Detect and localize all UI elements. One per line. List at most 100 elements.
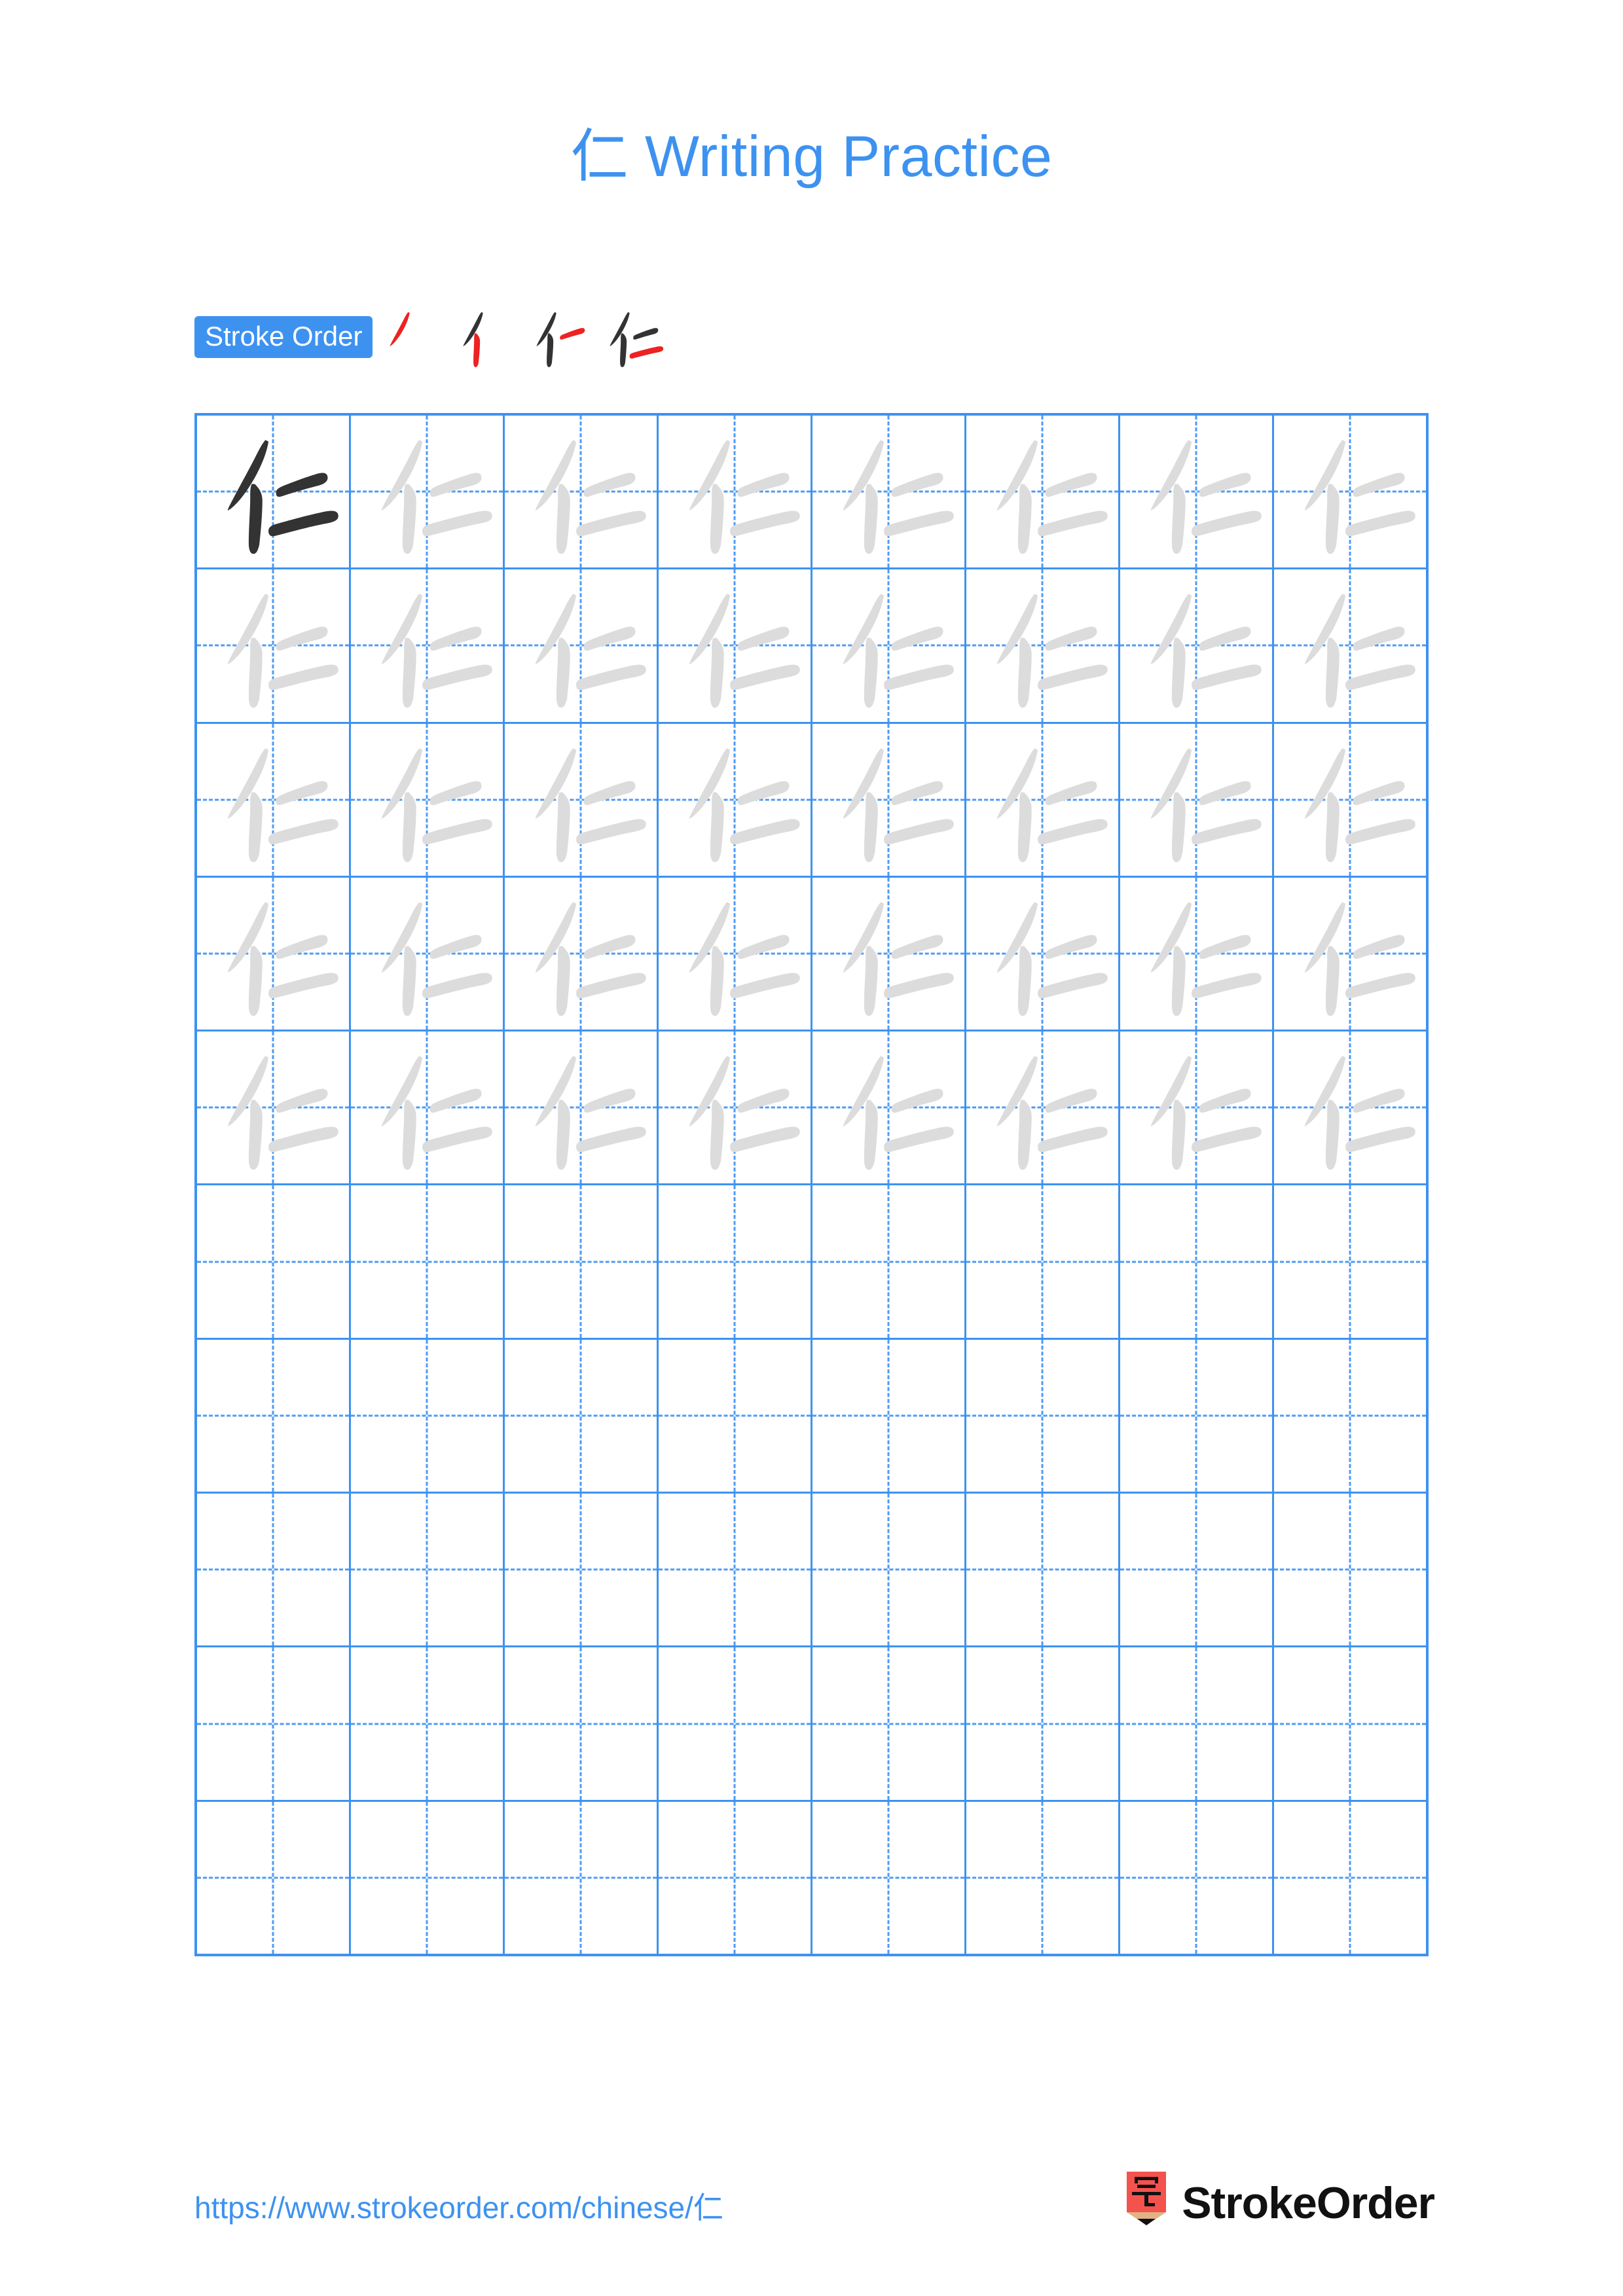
grid-cell-trace[interactable]	[197, 569, 351, 722]
grid-cell-blank[interactable]	[505, 1801, 659, 1954]
grid-cell-trace[interactable]	[659, 877, 812, 1030]
grid-cell-trace[interactable]	[351, 569, 505, 722]
grid-cell-blank[interactable]	[659, 1801, 812, 1954]
grid-cell-trace[interactable]	[1120, 569, 1274, 722]
grid-cell-blank[interactable]	[659, 1494, 812, 1646]
grid-cell-trace[interactable]	[966, 569, 1120, 722]
grid-cell-blank[interactable]	[505, 1339, 659, 1492]
trace-character-glyph	[812, 416, 964, 567]
grid-cell-blank[interactable]	[1120, 1339, 1274, 1492]
trace-character-glyph	[505, 1031, 657, 1183]
grid-cell-trace[interactable]	[1274, 878, 1426, 1030]
grid-cell-trace[interactable]	[351, 877, 505, 1030]
grid-cell-trace[interactable]	[966, 1031, 1120, 1184]
trace-character-glyph	[966, 569, 1118, 721]
grid-cell-trace[interactable]	[1120, 877, 1274, 1030]
pencil-logo-icon	[1123, 2172, 1170, 2234]
logo-wordmark: StrokeOrder	[1182, 2178, 1435, 2228]
page-title-suffix: Writing Practice	[629, 124, 1053, 188]
grid-cell-blank[interactable]	[1120, 1647, 1274, 1800]
grid-cell-trace[interactable]	[1274, 1031, 1426, 1183]
grid-cell-blank[interactable]	[966, 1647, 1120, 1800]
grid-cell-trace[interactable]	[505, 569, 659, 722]
grid-cell-blank[interactable]	[659, 1339, 812, 1492]
grid-cell-blank[interactable]	[1274, 1185, 1426, 1337]
grid-cell-blank[interactable]	[812, 1339, 966, 1492]
grid-cell-blank[interactable]	[812, 1185, 966, 1338]
grid-cell-trace[interactable]	[505, 416, 659, 568]
grid-cell-trace[interactable]	[1120, 1031, 1274, 1184]
grid-cell-model[interactable]	[197, 416, 351, 568]
grid-cell-blank[interactable]	[1120, 1494, 1274, 1646]
grid-row	[197, 1801, 1426, 1954]
grid-cell-blank[interactable]	[1274, 1494, 1426, 1645]
trace-character-glyph	[659, 724, 811, 876]
grid-cell-trace[interactable]	[812, 416, 966, 568]
grid-cell-trace[interactable]	[351, 723, 505, 876]
grid-cell-trace[interactable]	[659, 416, 812, 568]
grid-cell-blank[interactable]	[505, 1647, 659, 1800]
trace-character-glyph	[812, 569, 964, 721]
grid-cell-blank[interactable]	[966, 1339, 1120, 1492]
grid-cell-trace[interactable]	[505, 1031, 659, 1184]
grid-cell-blank[interactable]	[812, 1801, 966, 1954]
grid-cell-trace[interactable]	[351, 1031, 505, 1184]
grid-cell-blank[interactable]	[197, 1801, 351, 1954]
footer-logo[interactable]: StrokeOrder	[1123, 2172, 1435, 2234]
trace-character-glyph	[966, 878, 1118, 1030]
grid-cell-blank[interactable]	[351, 1801, 505, 1954]
grid-cell-trace[interactable]	[351, 416, 505, 568]
grid-cell-trace[interactable]	[1274, 724, 1426, 876]
grid-cell-blank[interactable]	[351, 1494, 505, 1646]
grid-cell-blank[interactable]	[505, 1185, 659, 1338]
grid-cell-blank[interactable]	[966, 1185, 1120, 1338]
grid-cell-blank[interactable]	[197, 1185, 351, 1338]
grid-cell-trace[interactable]	[812, 723, 966, 876]
footer-url-link[interactable]: https://www.strokeorder.com/chinese/仁	[194, 2184, 723, 2227]
grid-cell-trace[interactable]	[812, 569, 966, 722]
grid-cell-blank[interactable]	[197, 1647, 351, 1800]
grid-cell-trace[interactable]	[659, 569, 812, 722]
grid-cell-blank[interactable]	[505, 1494, 659, 1646]
grid-cell-blank[interactable]	[351, 1339, 505, 1492]
grid-cell-trace[interactable]	[966, 416, 1120, 568]
grid-cell-blank[interactable]	[812, 1494, 966, 1646]
practice-grid	[194, 413, 1429, 1956]
grid-cell-blank[interactable]	[351, 1185, 505, 1338]
grid-cell-trace[interactable]	[966, 877, 1120, 1030]
grid-cell-blank[interactable]	[1274, 1802, 1426, 1954]
grid-cell-blank[interactable]	[1274, 1647, 1426, 1799]
grid-cell-trace[interactable]	[659, 723, 812, 876]
grid-cell-blank[interactable]	[1274, 1340, 1426, 1492]
grid-cell-blank[interactable]	[197, 1494, 351, 1646]
trace-character-glyph	[505, 569, 657, 721]
trace-character-glyph	[966, 1031, 1118, 1183]
trace-character-glyph	[1120, 724, 1272, 876]
grid-cell-trace[interactable]	[505, 877, 659, 1030]
grid-cell-trace[interactable]	[197, 877, 351, 1030]
stroke-order-steps	[375, 300, 668, 374]
grid-cell-trace[interactable]	[197, 723, 351, 876]
stroke-order-badge: Stroke Order	[194, 316, 373, 358]
grid-cell-trace[interactable]	[659, 1031, 812, 1184]
grid-cell-blank[interactable]	[197, 1339, 351, 1492]
grid-cell-blank[interactable]	[659, 1185, 812, 1338]
grid-cell-trace[interactable]	[812, 1031, 966, 1184]
grid-cell-trace[interactable]	[1274, 569, 1426, 721]
grid-cell-trace[interactable]	[1274, 416, 1426, 567]
grid-cell-trace[interactable]	[966, 723, 1120, 876]
grid-cell-trace[interactable]	[1120, 416, 1274, 568]
grid-cell-trace[interactable]	[812, 877, 966, 1030]
grid-row	[197, 1494, 1426, 1648]
grid-cell-trace[interactable]	[1120, 723, 1274, 876]
grid-cell-blank[interactable]	[812, 1647, 966, 1800]
grid-cell-trace[interactable]	[505, 723, 659, 876]
grid-cell-blank[interactable]	[1120, 1185, 1274, 1338]
grid-cell-blank[interactable]	[966, 1494, 1120, 1646]
grid-cell-trace[interactable]	[197, 1031, 351, 1184]
grid-cell-blank[interactable]	[966, 1801, 1120, 1954]
grid-cell-blank[interactable]	[659, 1647, 812, 1800]
grid-cell-blank[interactable]	[351, 1647, 505, 1800]
trace-character-glyph	[1274, 878, 1426, 1030]
grid-cell-blank[interactable]	[1120, 1801, 1274, 1954]
